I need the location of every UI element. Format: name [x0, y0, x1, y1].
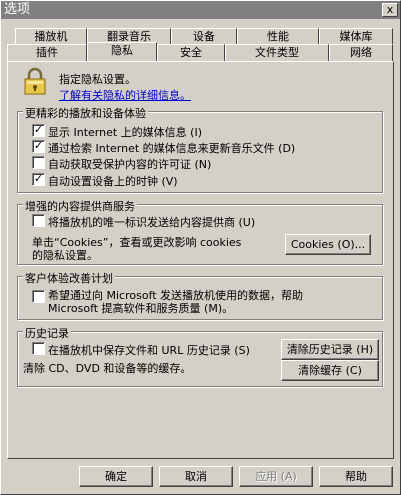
clear-history-button[interactable]: 清除历史记录 (H) [281, 339, 379, 360]
privacy-info-link[interactable]: 了解有关隐私的详细信息。 [59, 87, 191, 103]
apply-button[interactable]: 应用 (A) [239, 466, 313, 487]
history-title: 历史记录 [23, 325, 71, 341]
set-device-clock-checkbox[interactable]: ✓ [32, 173, 45, 186]
save-history-checkbox[interactable] [32, 342, 45, 355]
send-player-id-label: 将播放机的唯一标识发送给内容提供商 (U) [48, 216, 256, 229]
ok-button[interactable]: 确定 [79, 466, 153, 487]
cookies-description-line2: 的隐私设置。 [32, 249, 98, 262]
options-dialog: 选项 x 播放机 翻录音乐 设备 性能 媒体库 插件 隐私 安全 文件类型 网络… [0, 0, 401, 495]
help-button[interactable]: 帮助 [319, 466, 393, 487]
check-icon: ✓ [33, 172, 44, 185]
intro-text: 指定隐私设置。 [59, 73, 136, 86]
check-icon: ✓ [33, 139, 44, 152]
lock-icon [24, 67, 46, 95]
send-player-id-checkbox[interactable] [32, 214, 45, 227]
auto-license-checkbox[interactable] [32, 156, 45, 169]
send-usage-data-label-line2: Microsoft 提高软件和服务质量 (M)。 [48, 302, 234, 315]
update-music-files-label: 通过检索 Internet 的媒体信息来更新音乐文件 (D) [48, 142, 296, 155]
set-device-clock-label: 自动设置设备上的时钟 (V) [48, 175, 178, 188]
content-provider-title: 增强的内容提供商服务 [23, 198, 137, 214]
auto-license-label: 自动获取受保护内容的许可证 (N) [48, 158, 212, 171]
clear-cache-button[interactable]: 清除缓存 (C) [281, 360, 379, 381]
show-media-info-checkbox[interactable]: ✓ [32, 124, 45, 137]
save-history-label: 在播放机中保存文件和 URL 历史记录 (S) [48, 344, 250, 357]
clear-cache-description: 清除 CD、DVD 和设备等的缓存。 [23, 362, 192, 375]
update-music-files-checkbox[interactable]: ✓ [32, 140, 45, 153]
send-usage-data-checkbox[interactable] [32, 290, 45, 303]
check-icon: ✓ [33, 123, 44, 136]
cancel-button[interactable]: 取消 [159, 466, 233, 487]
cookies-button[interactable]: Cookies (O)... [285, 234, 371, 255]
show-media-info-label: 显示 Internet 上的媒体信息 (I) [48, 126, 202, 139]
ceip-title: 客户体验改善计划 [23, 270, 115, 286]
enhanced-experience-title: 更精彩的播放和设备体验 [23, 105, 148, 121]
